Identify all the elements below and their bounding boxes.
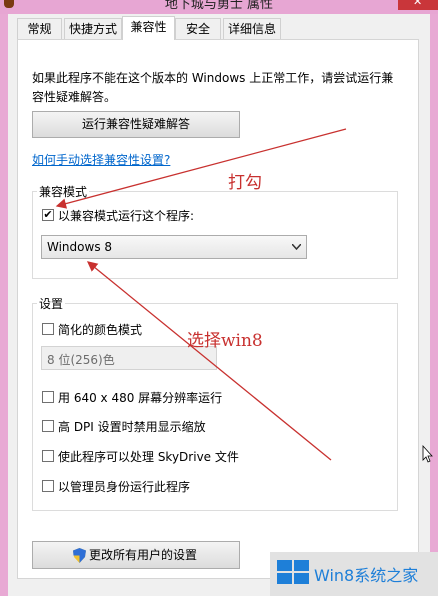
- tab-security[interactable]: 安全: [175, 18, 221, 39]
- compat-mode-legend: 兼容模式: [37, 183, 90, 200]
- watermark-logo: Win8系统之家: [270, 552, 438, 596]
- windows-logo-icon: [277, 560, 292, 571]
- settings-legend: 设置: [37, 295, 66, 312]
- check-icon: ✔: [43, 208, 53, 221]
- tab-label: 兼容性: [130, 20, 167, 34]
- color-depth-value: 8 位(256)色: [47, 353, 115, 367]
- annotation-win8: 选择win8: [187, 331, 263, 351]
- intro-text-line1: 如果此程序不能在这个版本的 Windows 上正常工作，请尝试运行兼: [32, 71, 394, 85]
- res-640-checkbox[interactable]: [42, 391, 54, 403]
- title-bar: 地下城与勇士 属性 ✕: [0, 0, 438, 14]
- tab-label: 安全: [185, 22, 210, 36]
- change-all-users-button[interactable]: 更改所有用户的设置: [32, 541, 240, 569]
- tab-label: 常规: [27, 22, 52, 36]
- tab-details[interactable]: 详细信息: [223, 18, 281, 39]
- change-all-users-label: 更改所有用户的设置: [89, 548, 198, 562]
- reduced-color-label: 简化的颜色模式: [58, 323, 143, 337]
- os-version-select[interactable]: Windows 8: [41, 235, 307, 259]
- run-troubleshooter-button[interactable]: 运行兼容性疑难解答: [32, 111, 240, 138]
- res-640-label: 用 640 x 480 屏幕分辨率运行: [58, 391, 223, 405]
- close-button[interactable]: ✕: [398, 0, 438, 10]
- tab-general[interactable]: 常规: [17, 18, 62, 39]
- close-icon: ✕: [413, 0, 423, 8]
- tab-compatibility[interactable]: 兼容性: [122, 16, 175, 40]
- admin-label: 以管理员身份运行此程序: [58, 480, 191, 494]
- tab-shortcut[interactable]: 快捷方式: [64, 18, 122, 39]
- os-version-value: Windows 8: [47, 240, 113, 254]
- compat-mode-label: 以兼容模式运行这个程序:: [58, 209, 195, 223]
- uac-shield-icon: [73, 548, 86, 563]
- watermark-text: Win8系统之家: [314, 566, 419, 585]
- compat-mode-checkbox[interactable]: ✔: [42, 209, 54, 221]
- reduced-color-checkbox[interactable]: [42, 323, 54, 335]
- admin-checkbox[interactable]: [42, 480, 54, 492]
- tab-label: 详细信息: [227, 22, 276, 36]
- intro-text-line2: 容性疑难解答。: [32, 90, 117, 104]
- window-title: 地下城与勇士 属性: [164, 0, 274, 12]
- annotation-check: 打勾: [228, 173, 262, 193]
- high-dpi-label: 高 DPI 设置时禁用显示缩放: [58, 420, 206, 434]
- manual-compat-link[interactable]: 如何手动选择兼容性设置?: [32, 151, 170, 168]
- tab-label: 快捷方式: [68, 22, 117, 36]
- high-dpi-checkbox[interactable]: [42, 420, 54, 432]
- chevron-down-icon: [292, 244, 301, 250]
- skydrive-label: 使此程序可以处理 SkyDrive 文件: [58, 450, 239, 464]
- skydrive-checkbox[interactable]: [42, 450, 54, 462]
